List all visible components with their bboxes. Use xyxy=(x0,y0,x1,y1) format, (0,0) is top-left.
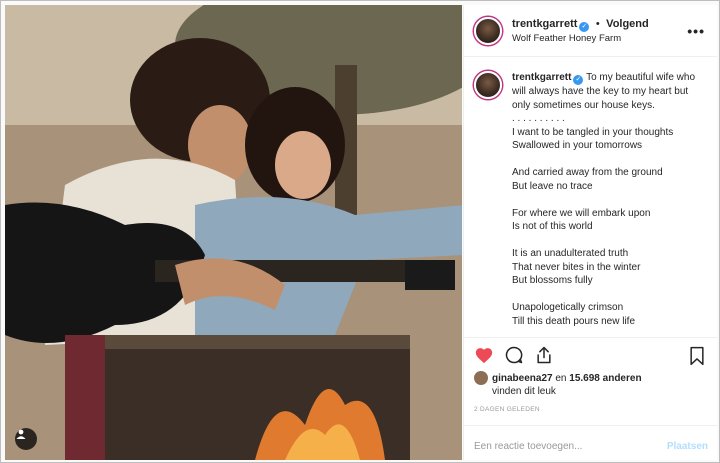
likes-connector: en xyxy=(555,373,567,384)
caption-line-5: Swallowed in your tomorrows xyxy=(512,140,643,151)
caption-gap xyxy=(512,234,707,248)
verified-badge-icon: ✓ xyxy=(573,75,584,85)
share-icon xyxy=(537,346,551,364)
caption-line-0: To my beautiful wife who xyxy=(586,72,696,83)
post-comment-button[interactable]: Plaatsen xyxy=(667,441,708,452)
bookmark-icon xyxy=(690,346,704,366)
comment-button[interactable] xyxy=(504,345,524,365)
comment-icon xyxy=(505,346,523,364)
username-link[interactable]: trentkgarrett xyxy=(512,18,577,30)
share-button[interactable] xyxy=(534,345,554,365)
more-options-icon[interactable]: ••• xyxy=(687,23,705,39)
caption-gap xyxy=(512,153,707,167)
location-link[interactable]: Wolf Feather Honey Farm xyxy=(512,32,649,45)
photo-illustration xyxy=(5,5,462,460)
like-button[interactable] xyxy=(474,346,494,364)
caption-avatar[interactable] xyxy=(474,71,502,99)
caption-line-4: I want to be tangled in your thoughts xyxy=(512,126,674,138)
user-tag-icon xyxy=(16,429,26,439)
action-icons-row xyxy=(474,338,708,372)
caption-line-1: will always have the key to my heart but xyxy=(512,86,689,97)
caption-line-10: For where we will embark upon xyxy=(512,207,651,219)
likes-summary: ginabeena27 en 15.698 anderen vinden dit… xyxy=(474,371,708,398)
likes-text: ginabeena27 en 15.698 anderen vinden dit… xyxy=(492,372,642,398)
caption-gap xyxy=(512,193,707,207)
post-header: trentkgarrett ✓ • Volgend Wolf Feather Ho… xyxy=(464,5,717,57)
post-actions: ginabeena27 en 15.698 anderen vinden dit… xyxy=(464,337,718,463)
post-timestamp[interactable]: 2 DAGEN GELEDEN xyxy=(474,406,708,413)
caption-area: trentkgarrett ✓ To my beautiful wife who … xyxy=(464,57,717,333)
caption-line-8: But leave no trace xyxy=(512,180,593,192)
comment-input[interactable] xyxy=(474,441,644,452)
likes-count-link[interactable]: 15.698 anderen xyxy=(569,373,641,384)
liker-avatar[interactable] xyxy=(474,371,488,385)
caption-line-2: only sometimes our house keys. xyxy=(512,99,655,111)
avatar[interactable] xyxy=(474,16,502,45)
post-side-panel: trentkgarrett ✓ • Volgend Wolf Feather Ho… xyxy=(463,5,718,463)
caption-line-15: But blossoms fully xyxy=(512,275,593,286)
user-tag-button[interactable] xyxy=(15,428,37,450)
verified-badge-icon: ✓ xyxy=(579,22,590,32)
likes-suffix: vinden dit leuk xyxy=(492,386,556,397)
caption-username-link[interactable]: trentkgarrett xyxy=(512,72,571,83)
caption-line-14: That never bites in the winter xyxy=(512,261,641,273)
caption-line-3: . . . . . . . . . . xyxy=(512,113,565,124)
save-button[interactable] xyxy=(688,346,706,371)
header-text: trentkgarrett ✓ • Volgend Wolf Feather Ho… xyxy=(512,16,649,45)
heart-icon xyxy=(475,348,493,364)
follow-button[interactable]: Volgend xyxy=(606,18,649,30)
caption-line: trentkgarrett ✓ To my beautiful wife who xyxy=(512,71,707,85)
liker-username-link[interactable]: ginabeena27 xyxy=(492,373,553,384)
post-photo[interactable] xyxy=(5,5,462,460)
post-window: trentkgarrett ✓ • Volgend Wolf Feather Ho… xyxy=(0,0,720,463)
caption-text: trentkgarrett ✓ To my beautiful wife who … xyxy=(512,71,707,333)
caption-line-18: Till this death pours new life xyxy=(512,315,636,327)
caption-line-17: Unapologetically crimson xyxy=(512,302,624,313)
comment-bar: Plaatsen xyxy=(464,425,718,463)
caption-gap xyxy=(512,288,707,302)
caption-line-7: And carried away from the ground xyxy=(512,167,663,178)
caption-line-11: Is not of this world xyxy=(512,221,593,232)
separator-dot: • xyxy=(595,18,600,30)
caption-line-13: It is an unadulterated truth xyxy=(512,248,629,259)
